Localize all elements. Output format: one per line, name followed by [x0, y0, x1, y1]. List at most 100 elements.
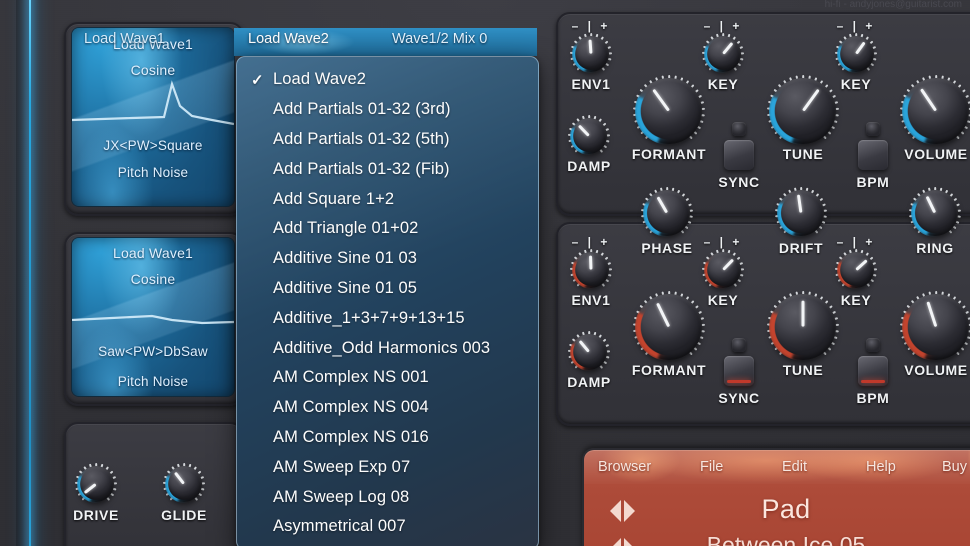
check-icon: ✓	[251, 71, 264, 89]
knob-damp[interactable]: DAMP	[567, 115, 610, 174]
knob-tune[interactable]: TUNE	[767, 75, 839, 162]
button-label: SYNC	[718, 390, 760, 406]
menu-item[interactable]: AM Complex NS 001	[237, 363, 538, 393]
knob-body[interactable]	[572, 35, 610, 73]
knob-pointer	[925, 195, 937, 214]
knob-body[interactable]	[570, 333, 608, 371]
menu-item[interactable]: AM Complex NS 004	[237, 393, 538, 423]
button-pad[interactable]	[724, 140, 754, 170]
menu-item-label: Add Triangle 01+02	[273, 219, 419, 238]
preset-name[interactable]: Pad	[584, 494, 970, 525]
menu-item[interactable]: Additive Sine 01 03	[237, 244, 538, 274]
knob-body[interactable]	[902, 293, 970, 361]
knob-body[interactable]	[643, 189, 691, 237]
load-wave2-dropdown[interactable]: ✓ Load Wave2 Add Partials 01-32 (3rd) Add P…	[236, 56, 539, 546]
knob-key[interactable]: – | + KEY	[701, 235, 745, 308]
button-sync[interactable]: SYNC	[718, 338, 759, 408]
knob-body[interactable]	[837, 35, 875, 73]
menu-help[interactable]: Help	[866, 459, 896, 475]
knob-accent-glow	[911, 189, 959, 237]
knob-tune[interactable]: TUNE	[767, 291, 839, 378]
knob-formant[interactable]: FORMANT	[632, 75, 705, 162]
menu-item[interactable]: Add Triangle 01+02	[237, 214, 538, 244]
knob-body[interactable]	[165, 465, 203, 503]
tab-wave-mix[interactable]: Wave1/2 Mix 0	[392, 31, 487, 47]
knob-env1[interactable]: – | + ENV1	[569, 19, 613, 92]
knob-pointer	[652, 88, 671, 112]
menu-edit[interactable]: Edit	[782, 459, 807, 475]
menu-item-label: Add Partials 01-32 (5th)	[273, 129, 450, 148]
knob-pointer	[578, 340, 591, 353]
knob-ring[interactable]: RING	[909, 187, 961, 256]
preset-sub-name[interactable]: Between Ice 05	[584, 532, 970, 546]
button-pad[interactable]	[724, 356, 754, 386]
knob-key[interactable]: – | + KEY	[834, 235, 878, 308]
menu-item[interactable]: Additive Sine 01 05	[237, 274, 538, 304]
button-bpm[interactable]: BPM	[856, 338, 890, 408]
menu-file[interactable]: File	[700, 459, 723, 475]
knob-damp[interactable]: DAMP	[567, 331, 610, 390]
button-bpm[interactable]: BPM	[856, 122, 890, 192]
knob-body[interactable]	[77, 465, 115, 503]
knob-body[interactable]	[769, 77, 837, 145]
knob-body[interactable]	[902, 77, 970, 145]
menu-buy[interactable]: Buy	[942, 459, 967, 475]
menu-item-label: Asymmetrical 007	[273, 517, 406, 536]
menu-item[interactable]: Add Square 1+2	[237, 184, 538, 214]
tab-load-wave2[interactable]: Load Wave2	[248, 31, 329, 47]
knob-key[interactable]: – | + KEY	[834, 19, 878, 92]
knob-body[interactable]	[769, 293, 837, 361]
knob-env1[interactable]: – | + ENV1	[569, 235, 613, 308]
knob-accent-ring	[165, 465, 203, 503]
knob-range-indicator: – | +	[703, 19, 743, 33]
menu-item[interactable]: AM Complex NS 016	[237, 423, 538, 453]
knob-label: TUNE	[782, 362, 824, 378]
menu-item-label: AM Sweep Exp 07	[273, 457, 411, 476]
knob-pointer	[796, 194, 803, 214]
button-pad[interactable]	[858, 140, 888, 170]
menu-item[interactable]: AM Sweep Log 08	[237, 482, 538, 512]
knob-accent-glow	[777, 189, 825, 237]
knob-drift[interactable]: DRIFT	[775, 187, 827, 256]
knob-phase[interactable]: PHASE	[641, 187, 693, 256]
knob-key[interactable]: – | + KEY	[701, 19, 745, 92]
knob-volume[interactable]: VOLUME	[900, 291, 970, 378]
knob-accent-ring	[635, 293, 703, 361]
menu-item[interactable]: Add Partials 01-32 (3rd)	[237, 95, 538, 125]
menu-item[interactable]: Additive_Odd Harmonics 003	[237, 333, 538, 363]
knob-body[interactable]	[704, 251, 742, 289]
knob-pointer	[854, 259, 868, 272]
button-sync[interactable]: SYNC	[718, 122, 759, 192]
knob-body[interactable]	[837, 251, 875, 289]
knob-volume[interactable]: VOLUME	[900, 75, 970, 162]
knob-label: DRIFT	[778, 240, 824, 256]
button-label: BPM	[856, 390, 890, 406]
knob-body[interactable]	[777, 189, 825, 237]
knob-formant[interactable]: FORMANT	[632, 291, 705, 378]
knob-label: ENV1	[571, 292, 611, 308]
tab-load-wave1[interactable]: Load Wave1	[84, 31, 165, 47]
knob-body[interactable]	[572, 251, 610, 289]
menu-browser[interactable]: Browser	[598, 459, 651, 475]
menu-item-label: Add Partials 01-32 (3rd)	[273, 100, 451, 119]
knob-accent-ring	[570, 117, 608, 155]
osc2-wave-display[interactable]: Load Wave1 Cosine Saw<PW>DbSaw Pitch Noi…	[72, 238, 234, 396]
button-pad[interactable]	[858, 356, 888, 386]
knob-drive[interactable]: DRIVE	[73, 463, 118, 523]
menu-item[interactable]: ✓ Load Wave2	[237, 65, 538, 95]
menu-item[interactable]: Asymmetrical 007	[237, 512, 538, 542]
knob-body[interactable]	[635, 293, 703, 361]
knob-body[interactable]	[911, 189, 959, 237]
knob-label: GLIDE	[161, 507, 207, 523]
knob-body[interactable]	[704, 35, 742, 73]
knob-glide[interactable]: GLIDE	[161, 463, 206, 523]
knob-pointer	[588, 39, 593, 55]
knob-accent-glow	[570, 333, 608, 371]
knob-body[interactable]	[570, 117, 608, 155]
knob-body[interactable]	[635, 77, 703, 145]
menu-item[interactable]: Additive_1+3+7+9+13+15	[237, 303, 538, 333]
menu-item[interactable]: AM Sweep Exp 07	[237, 452, 538, 482]
menu-item[interactable]: Add Partials 01-32 (5th)	[237, 125, 538, 155]
knob-range-indicator: – | +	[836, 235, 876, 249]
menu-item[interactable]: Add Partials 01-32 (Fib)	[237, 154, 538, 184]
